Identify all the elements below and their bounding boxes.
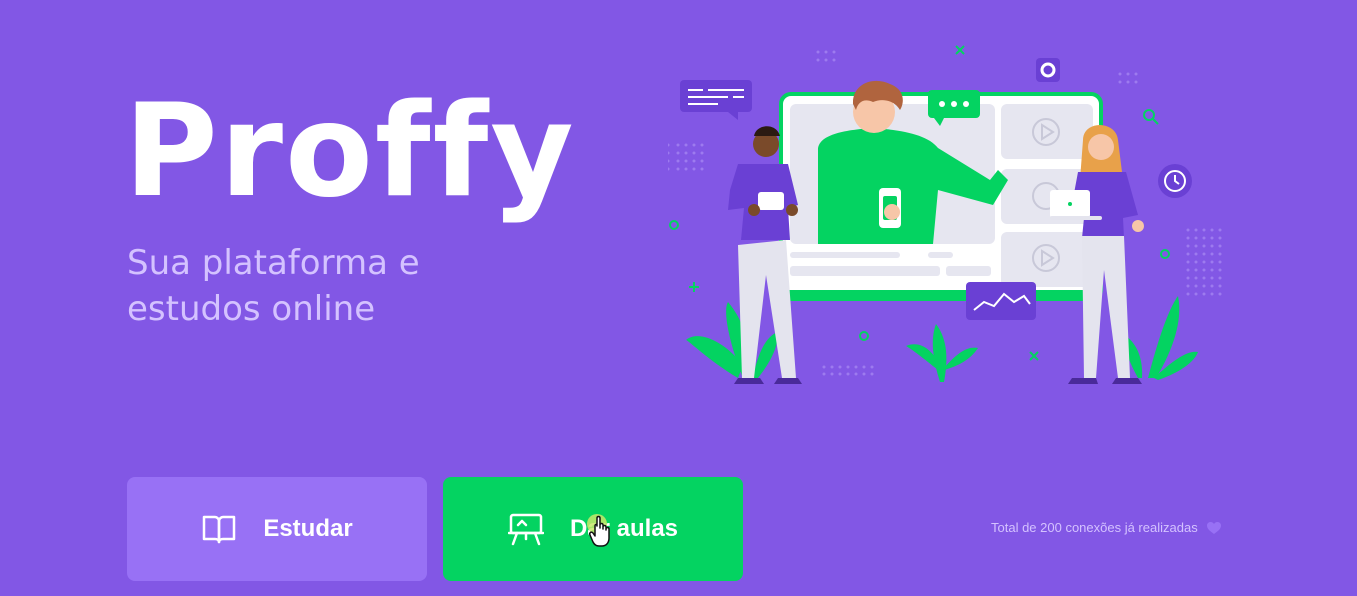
connections-counter: Total de 200 conexões já realizadas bbox=[991, 520, 1222, 535]
study-button[interactable]: Estudar bbox=[127, 477, 427, 581]
gear-badge bbox=[1036, 58, 1060, 82]
plant-right bbox=[1125, 296, 1198, 380]
hero-illustration bbox=[668, 45, 1222, 384]
clock-badge bbox=[1158, 164, 1192, 198]
plant-center bbox=[906, 324, 978, 382]
presentation-board-icon bbox=[507, 511, 544, 547]
purple-heart-icon bbox=[1206, 521, 1222, 535]
tagline: Sua plataforma e estudos online bbox=[127, 240, 547, 332]
plant-left bbox=[686, 302, 778, 378]
proffy-logo: Proffy bbox=[124, 77, 576, 226]
connections-text: Total de 200 conexões já realizadas bbox=[991, 520, 1198, 535]
tagline-line-2: estudos online bbox=[127, 289, 376, 329]
book-open-icon bbox=[201, 511, 237, 547]
tagline-line-1: Sua plataforma e bbox=[127, 243, 420, 283]
study-button-label: Estudar bbox=[263, 515, 353, 542]
hand-pointer-icon bbox=[587, 514, 610, 547]
